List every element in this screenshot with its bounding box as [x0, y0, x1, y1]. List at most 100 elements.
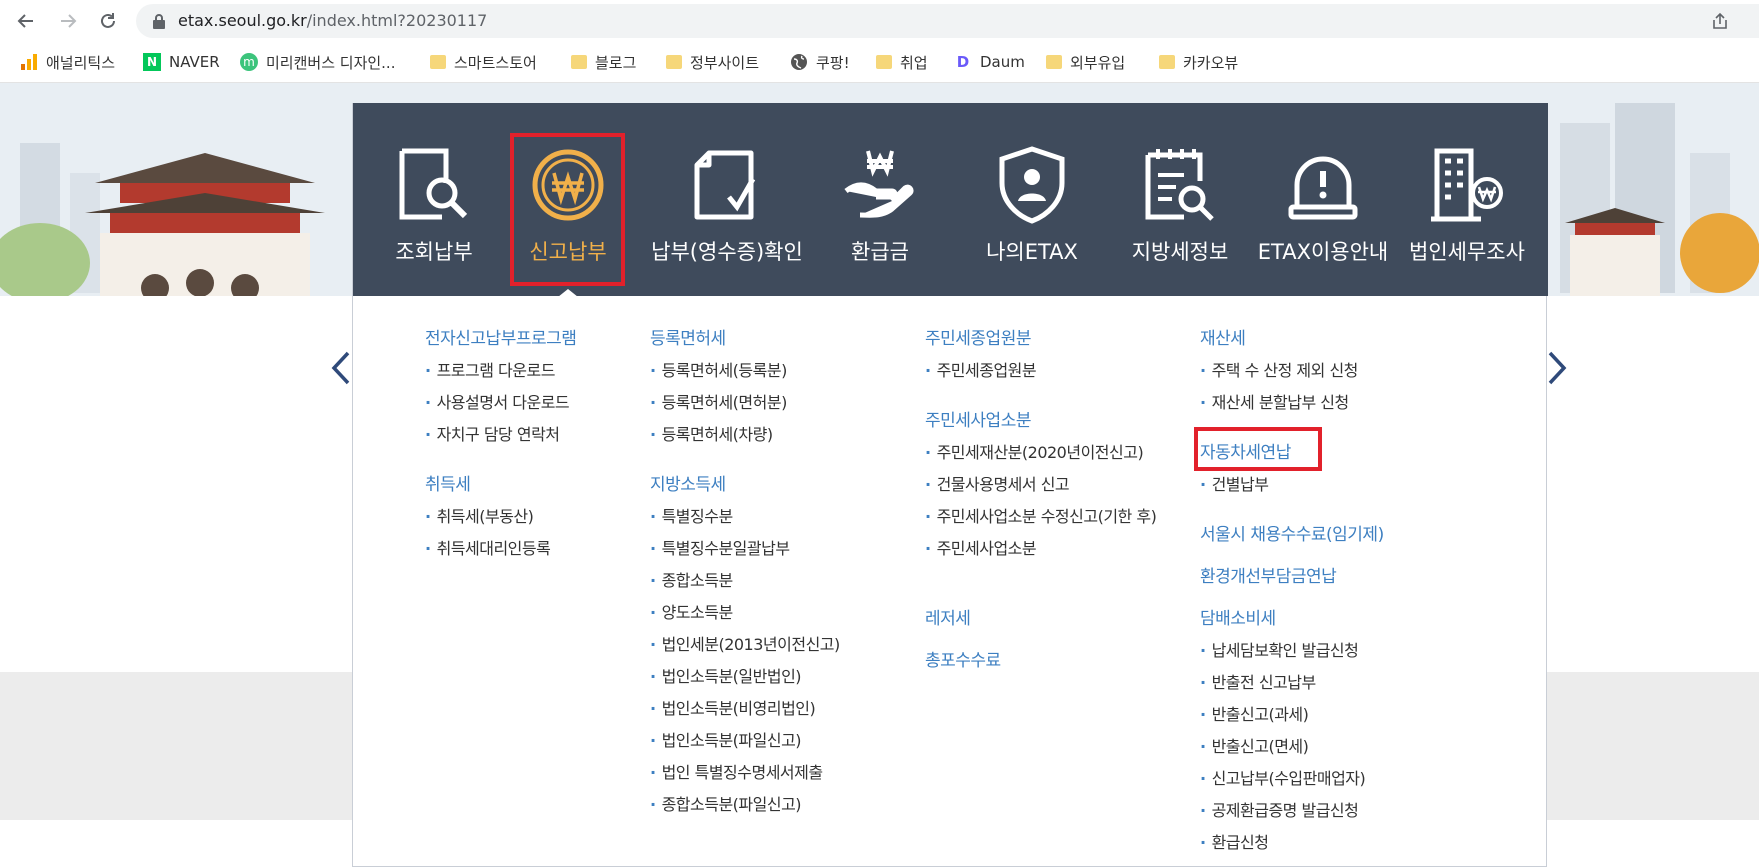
- menu-item[interactable]: 환급신청: [1200, 827, 1384, 859]
- tab-my-etax[interactable]: 나의ETAX: [956, 103, 1108, 296]
- tab-label: 지방세정보: [1131, 240, 1229, 264]
- bookmark-external[interactable]: 외부유입: [1046, 51, 1125, 73]
- bookmark-label: 애널리틱스: [46, 53, 116, 72]
- menu-item[interactable]: 법인세분(2013년이전신고): [650, 629, 841, 661]
- bookmark-coupang[interactable]: 쿠팡!: [790, 51, 850, 73]
- menu-item[interactable]: 반출신고(면세): [1200, 731, 1384, 763]
- menu-group-title[interactable]: 담배소비세: [1200, 603, 1384, 635]
- folder-icon: [876, 55, 892, 69]
- bookmark-label: 미리캔버스 디자인...: [266, 53, 396, 72]
- bookmark-miricanvas[interactable]: m 미리캔버스 디자인...: [240, 51, 395, 73]
- menu-item[interactable]: 법인소득분(비영리법인): [650, 693, 840, 725]
- menu-item[interactable]: 법인소득분(일반법인): [650, 661, 840, 693]
- menu-column-2: 등록면허세 등록면허세(등록분) 등록면허세(면허분) 등록면허세(차량) 지방…: [650, 323, 840, 821]
- menu-item[interactable]: 등록면허세(차량): [650, 419, 840, 451]
- analytics-icon: [21, 54, 37, 70]
- menu-item[interactable]: 재산세 분할납부 신청: [1200, 387, 1384, 419]
- menu-group-title[interactable]: 서울시 채용수수료(임기제): [1200, 519, 1384, 551]
- menu-item[interactable]: 취득세(부동산): [425, 501, 576, 533]
- menu-column-1: 전자신고납부프로그램 프로그램 다운로드 사용설명서 다운로드 자치구 담당 연…: [425, 323, 577, 565]
- refund-hand-icon: [844, 150, 914, 218]
- menu-group-title[interactable]: 지방소득세: [650, 469, 840, 501]
- menu-item[interactable]: 종합소득분: [650, 565, 840, 597]
- menu-column-3: 주민세종업원분 주민세종업원분 주민세사업소분 주민세재산분(2020년이전신고…: [925, 323, 1157, 677]
- menu-item[interactable]: 건물사용명세서 신고: [925, 469, 1156, 501]
- bookmark-label: 외부유입: [1070, 53, 1126, 72]
- menu-item[interactable]: 주민세재산분(2020년이전신고): [925, 437, 1156, 469]
- highlight-box-car-tax: [1194, 427, 1322, 471]
- menu-group-title[interactable]: 총포수수료: [925, 645, 1156, 677]
- bookmark-smartstore[interactable]: 스마트스토어: [430, 51, 537, 73]
- forward-button[interactable]: [53, 6, 83, 36]
- menu-group-title[interactable]: 취득세: [425, 469, 576, 501]
- menu-item[interactable]: 등록면허세(면허분): [650, 387, 840, 419]
- tab-label: ETAX이용안내: [1257, 240, 1389, 264]
- folder-icon: [430, 55, 446, 69]
- menu-item[interactable]: 자치구 담당 연락처: [425, 419, 576, 451]
- tab-etax-guide[interactable]: ETAX이용안내: [1249, 103, 1397, 296]
- menu-group-title[interactable]: 재산세: [1200, 323, 1384, 355]
- tab-label: 법인세무조사: [1409, 240, 1525, 264]
- menu-item[interactable]: 반출전 신고납부: [1200, 667, 1384, 699]
- folder-icon: [1046, 55, 1062, 69]
- globe-icon: [791, 54, 807, 70]
- menu-tab-bar: 조회납부 신고납부 납부(영수증)확인 환급금 나의ETAX 지방세정보 ETA…: [353, 103, 1548, 297]
- menu-group-title[interactable]: 주민세사업소분: [925, 405, 1156, 437]
- bookmark-label: 블로그: [595, 53, 637, 72]
- bookmark-label: 스마트스토어: [454, 53, 537, 72]
- menu-item[interactable]: 주민세사업소분 수정신고(기한 후): [925, 501, 1157, 533]
- menu-group-title[interactable]: 전자신고납부프로그램: [425, 323, 577, 355]
- menu-group-title[interactable]: 등록면허세: [650, 323, 840, 355]
- menu-group-title[interactable]: 환경개선부담금연납: [1200, 561, 1384, 593]
- back-arrow-icon: [17, 14, 33, 28]
- menu-item[interactable]: 반출신고(과세): [1200, 699, 1384, 731]
- active-tab-caret: [558, 289, 578, 297]
- mega-menu: 조회납부 신고납부 납부(영수증)확인 환급금 나의ETAX 지방세정보 ETA…: [352, 103, 1548, 867]
- bookmark-label: 취업: [900, 53, 928, 72]
- highlight-box-active-tab: [510, 133, 625, 286]
- menu-item[interactable]: 법인 특별징수명세서제출: [650, 757, 840, 789]
- menu-item[interactable]: 공제환급증명 발급신청: [1200, 795, 1384, 827]
- bookmark-analytics[interactable]: 애널리틱스: [20, 51, 115, 73]
- back-button[interactable]: [11, 6, 41, 36]
- menu-item[interactable]: 사용설명서 다운로드: [425, 387, 576, 419]
- menu-item[interactable]: 신고납부(수입판매업자): [1200, 763, 1384, 795]
- menu-item[interactable]: 주민세사업소분: [925, 533, 1156, 565]
- menu-item[interactable]: 주택 수 산정 제외 신청: [1200, 355, 1384, 387]
- carousel-next-button[interactable]: [1546, 350, 1568, 390]
- menu-group-title[interactable]: 레저세: [925, 603, 1156, 635]
- folder-icon: [666, 55, 682, 69]
- menu-item[interactable]: 법인소득분(파일신고): [650, 725, 840, 757]
- bookmark-kakaoview[interactable]: 카카오뷰: [1159, 51, 1238, 73]
- alarm-bell-icon: [1288, 156, 1358, 220]
- address-bar[interactable]: etax.seoul.go.kr/index.html?20230117: [136, 4, 1759, 38]
- daum-icon: D: [956, 53, 970, 71]
- tab-local-tax-info[interactable]: 지방세정보: [1111, 103, 1249, 296]
- menu-item[interactable]: 양도소득분: [650, 597, 840, 629]
- menu-item[interactable]: 주민세종업원분: [925, 355, 1156, 387]
- menu-item[interactable]: 특별징수분: [650, 501, 840, 533]
- bookmark-blog[interactable]: 블로그: [571, 51, 636, 73]
- clipboard-search-icon: [1145, 149, 1214, 221]
- share-icon[interactable]: [1711, 12, 1729, 30]
- carousel-prev-button[interactable]: [330, 350, 352, 390]
- menu-item[interactable]: 취득세대리인등록: [425, 533, 576, 565]
- bookmark-label: NAVER: [169, 53, 220, 71]
- menu-item[interactable]: 특별징수분일괄납부: [650, 533, 840, 565]
- tab-corporate-audit[interactable]: 법인세무조사: [1393, 103, 1541, 296]
- reload-button[interactable]: [93, 6, 123, 36]
- menu-item[interactable]: 등록면허세(등록분): [650, 355, 840, 387]
- menu-item[interactable]: 종합소득분(파일신고): [650, 789, 840, 821]
- menu-item[interactable]: 건별납부: [1200, 469, 1384, 501]
- bookmark-gov[interactable]: 정부사이트: [666, 51, 759, 73]
- bookmark-job[interactable]: 취업: [876, 51, 928, 73]
- tab-inquiry-payment[interactable]: 조회납부: [373, 103, 495, 296]
- menu-item[interactable]: 프로그램 다운로드: [425, 355, 576, 387]
- tab-payment-receipt[interactable]: 납부(영수증)확인: [639, 103, 815, 296]
- menu-item[interactable]: 납세담보확인 발급신청: [1200, 635, 1384, 667]
- menu-group-title[interactable]: 주민세종업원분: [925, 323, 1156, 355]
- bookmark-daum[interactable]: D Daum: [954, 51, 1025, 73]
- bookmark-naver[interactable]: N NAVER: [143, 51, 220, 73]
- tab-label: 환급금: [851, 240, 909, 264]
- tab-refund[interactable]: 환급금: [815, 103, 945, 296]
